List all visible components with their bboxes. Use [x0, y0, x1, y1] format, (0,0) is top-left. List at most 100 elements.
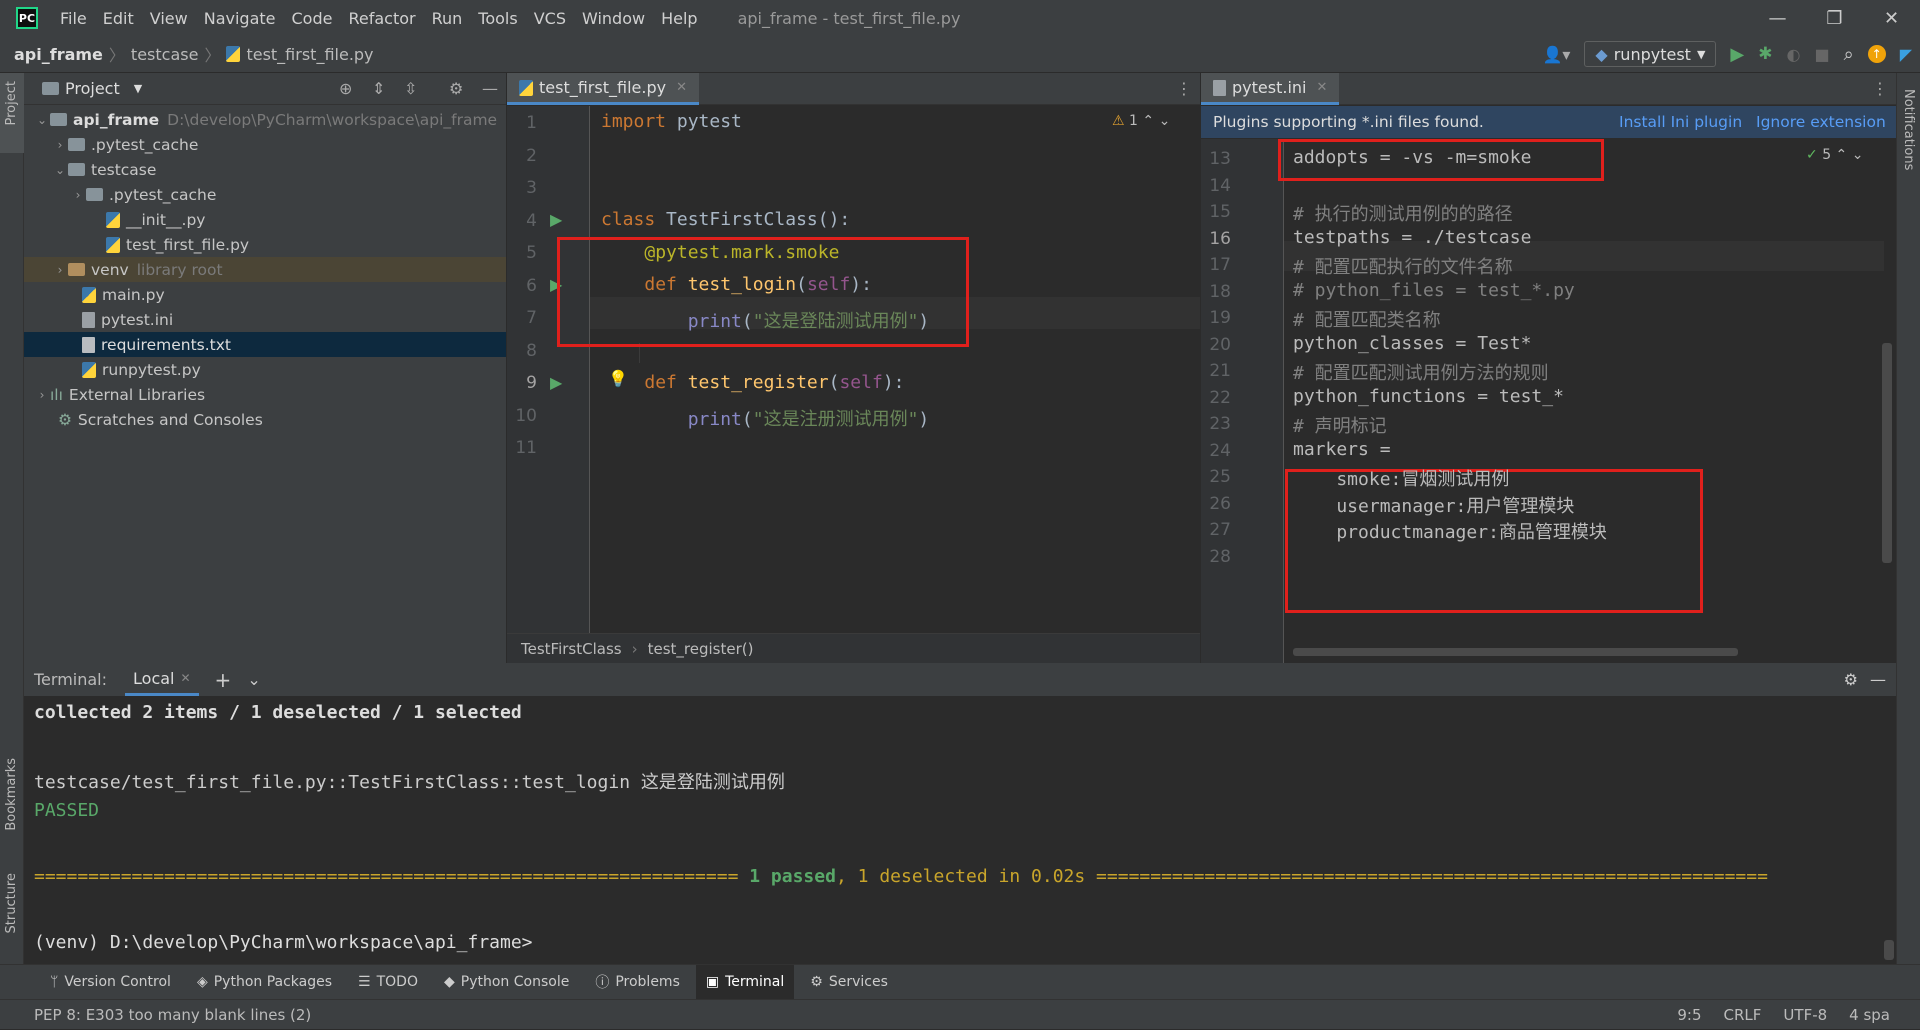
editor-test-first-file[interactable]: test_first_file.py ✕ ⋮ 1 2 3 4 5 6 7 8 9 …: [507, 73, 1200, 663]
tree-item-pytest-ini[interactable]: pytest.ini: [24, 307, 506, 332]
status-message: PEP 8: E303 too many blank lines (2): [34, 1005, 312, 1024]
tool-services[interactable]: ⚙ Services: [800, 965, 898, 1000]
scrollbar[interactable]: [1884, 940, 1894, 960]
ini-code-line: # 配置匹配测试用例方法的规则: [1293, 363, 1549, 384]
install-plugin-link[interactable]: Install Ini plugin: [1619, 113, 1742, 131]
tree-item-api-frame[interactable]: ⌄ api_frame D:\develop\PyCharm\workspace\a…: [24, 107, 506, 132]
tool-todo[interactable]: ☰ TODO: [348, 965, 428, 1000]
bookmarks-tool-button[interactable]: Bookmarks: [4, 758, 19, 831]
stop-icon[interactable]: ■: [1814, 45, 1829, 64]
menu-view[interactable]: View: [142, 9, 196, 28]
editor-pytest-ini[interactable]: pytest.ini ✕ ⋮ Plugins supporting *.ini f…: [1201, 73, 1896, 663]
gear-icon[interactable]: ⚙: [449, 79, 463, 98]
tree-item-scratches[interactable]: ⚙ Scratches and Consoles: [24, 407, 506, 432]
run-config-select[interactable]: ◆ runpytest ▼: [1584, 41, 1717, 67]
hide-icon[interactable]: —: [482, 79, 498, 98]
python-icon: ◆: [443, 974, 455, 990]
tree-item-venv[interactable]: › venv library root: [24, 257, 506, 282]
tree-item-main-py[interactable]: main.py: [24, 282, 506, 307]
terminal-label: Terminal:: [34, 670, 108, 689]
terminal-output[interactable]: collected 2 items / 1 deselected / 1 sel…: [24, 696, 1896, 964]
menu-run[interactable]: Run: [424, 9, 471, 28]
warning-indicator[interactable]: ⚠ 1 ⌃ ⌄: [1112, 113, 1170, 129]
project-tool-button[interactable]: Project: [4, 81, 19, 125]
restore-icon[interactable]: ❐: [1806, 0, 1863, 36]
expand-all-icon[interactable]: ⇕: [372, 79, 385, 98]
menu-code[interactable]: Code: [284, 9, 341, 28]
structure-tool-button[interactable]: Structure: [4, 873, 19, 933]
tree-item-external-libraries[interactable]: › ılı External Libraries: [24, 382, 506, 407]
tree-item-runpytest[interactable]: runpytest.py: [24, 357, 506, 382]
menu-help[interactable]: Help: [653, 9, 705, 28]
close-tab-icon[interactable]: ✕: [1316, 80, 1327, 95]
inspection-ok[interactable]: ✓ 5 ⌃ ⌄: [1806, 147, 1863, 163]
ignore-extension-link[interactable]: Ignore extension: [1756, 113, 1886, 131]
code-line: class TestFirstClass():: [601, 209, 851, 230]
crumb-file[interactable]: test_first_file.py: [246, 45, 373, 64]
ini-code-line: python_classes = Test*: [1293, 332, 1532, 354]
chevron-down-icon[interactable]: ▼: [134, 82, 142, 95]
locate-icon[interactable]: ⊕: [339, 79, 352, 98]
menu-edit[interactable]: Edit: [95, 9, 142, 28]
run-config-label: runpytest: [1613, 44, 1691, 64]
debug-icon[interactable]: ✱: [1758, 44, 1772, 64]
breadcrumb-method[interactable]: test_register(): [648, 640, 754, 658]
tab-test-first-file[interactable]: test_first_file.py ✕: [507, 73, 699, 105]
run-icon[interactable]: ▶: [1730, 44, 1744, 65]
jetbrains-icon[interactable]: ◤: [1900, 45, 1912, 64]
run-gutter-icon[interactable]: ▶: [550, 373, 562, 392]
more-icon[interactable]: ⋮: [1176, 79, 1192, 98]
tree-item-init-py[interactable]: __init__.py: [24, 207, 506, 232]
search-icon[interactable]: ⌕: [1844, 44, 1854, 65]
indent-setting[interactable]: 4 spa: [1849, 1006, 1890, 1024]
tool-window-bar: ᛘ Version Control ◈ Python Packages ☰ TODO …: [0, 964, 1920, 1000]
tree-item-requirements[interactable]: requirements.txt: [24, 332, 506, 357]
menu-file[interactable]: File: [52, 9, 95, 28]
menu-tools[interactable]: Tools: [470, 9, 525, 28]
tree-item-test-first-file[interactable]: test_first_file.py: [24, 232, 506, 257]
menu-refactor[interactable]: Refactor: [340, 9, 423, 28]
more-icon[interactable]: ⋮: [1872, 79, 1888, 98]
crumb-project[interactable]: api_frame: [14, 45, 103, 64]
terminal-icon: ▣: [705, 974, 720, 990]
line-separator[interactable]: CRLF: [1724, 1006, 1762, 1024]
menu-navigate[interactable]: Navigate: [196, 9, 284, 28]
add-tab-icon[interactable]: +: [215, 668, 232, 692]
coverage-icon[interactable]: ◐: [1787, 45, 1801, 64]
close-icon[interactable]: ✕: [1863, 0, 1920, 36]
menu-vcs[interactable]: VCS: [526, 9, 574, 28]
crumb-folder[interactable]: testcase: [131, 45, 199, 64]
tab-pytest-ini[interactable]: pytest.ini ✕: [1201, 73, 1340, 105]
breadcrumb-class[interactable]: TestFirstClass: [521, 640, 622, 658]
tree-item-testcase-pytest-cache[interactable]: › .pytest_cache: [24, 182, 506, 207]
update-icon[interactable]: ↑: [1867, 45, 1886, 63]
minimize-icon[interactable]: —: [1749, 0, 1806, 36]
tool-python-packages[interactable]: ◈ Python Packages: [187, 965, 342, 1000]
notifications-tool-button[interactable]: Notifications: [1901, 89, 1916, 170]
hscrollbar[interactable]: [1293, 648, 1738, 656]
tree-item-testcase[interactable]: ⌄ testcase: [24, 157, 506, 182]
tool-python-console[interactable]: ◆ Python Console: [434, 965, 579, 1000]
gear-icon[interactable]: ⚙: [1844, 670, 1858, 689]
line-number: 17: [1209, 255, 1231, 275]
tool-problems[interactable]: ⓘ Problems: [585, 965, 690, 1000]
tool-version-control[interactable]: ᛘ Version Control: [40, 965, 181, 1000]
python-icon: ◆: [1595, 44, 1608, 64]
caret-position[interactable]: 9:5: [1677, 1006, 1701, 1024]
chevron-down-icon[interactable]: ⌄: [247, 670, 260, 689]
collapse-all-icon[interactable]: ⇳: [404, 79, 417, 98]
scrollbar[interactable]: [1882, 343, 1892, 563]
tree-item-pytest-cache[interactable]: › .pytest_cache: [24, 132, 506, 157]
project-view-label[interactable]: Project: [65, 79, 120, 98]
close-tab-icon[interactable]: ✕: [676, 80, 687, 95]
user-icon[interactable]: 👤▾: [1542, 45, 1570, 64]
project-panel: Project ▼ ⊕ ⇕ ⇳ ⚙ — ⌄ api_frame D:\develop…: [24, 73, 506, 663]
menu-window[interactable]: Window: [574, 9, 653, 28]
tool-terminal[interactable]: ▣ Terminal: [695, 964, 795, 1000]
tab-local[interactable]: Local ✕: [125, 663, 199, 696]
line-number: 19: [1209, 308, 1231, 328]
run-gutter-icon[interactable]: ▶: [550, 210, 562, 229]
hide-icon[interactable]: —: [1870, 670, 1886, 689]
status-bar: PEP 8: E303 too many blank lines (2) 9:5…: [0, 999, 1920, 1029]
file-encoding[interactable]: UTF-8: [1783, 1006, 1827, 1024]
